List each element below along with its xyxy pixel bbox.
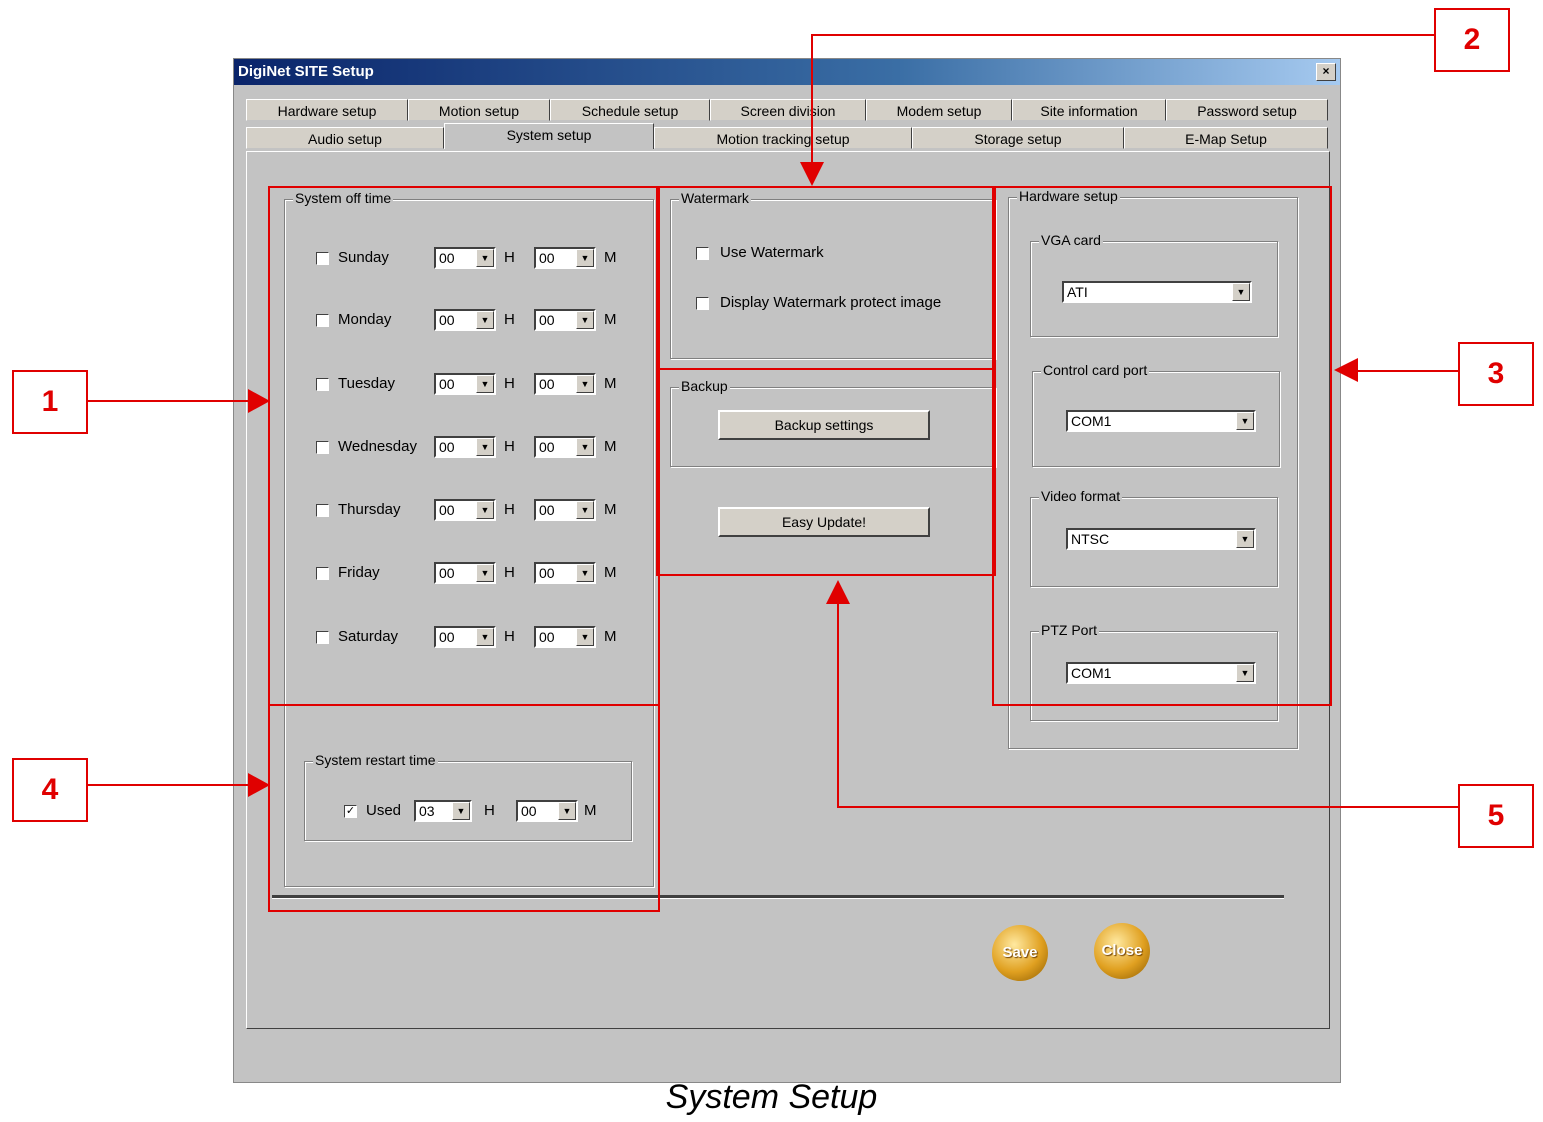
tab-modem-setup[interactable]: Modem setup — [866, 99, 1012, 121]
callout-line — [88, 400, 250, 402]
callout-1: 1 — [12, 370, 88, 434]
callout-line — [838, 806, 1458, 808]
callout-2: 2 — [1434, 8, 1510, 72]
callout-box-5 — [656, 368, 996, 576]
callout-box-3 — [992, 186, 1332, 706]
callout-3: 3 — [1458, 342, 1534, 406]
callout-line — [837, 604, 839, 808]
tab-audio-setup[interactable]: Audio setup — [246, 127, 444, 149]
callout-line — [1356, 370, 1458, 372]
arrow-up-icon — [826, 580, 850, 604]
tab-emap-setup[interactable]: E-Map Setup — [1124, 127, 1328, 149]
callout-5: 5 — [1458, 784, 1534, 848]
tab-password-setup[interactable]: Password setup — [1166, 99, 1328, 121]
tab-motion-tracking-setup[interactable]: Motion tracking setup — [654, 127, 912, 149]
callout-box-2 — [656, 186, 996, 370]
callout-line — [811, 34, 813, 164]
callout-line — [812, 34, 1434, 36]
close-button[interactable]: Close — [1094, 923, 1150, 979]
callout-line — [88, 784, 250, 786]
tab-storage-setup[interactable]: Storage setup — [912, 127, 1124, 149]
tab-screen-division[interactable]: Screen division — [710, 99, 866, 121]
arrow-right-icon — [248, 389, 270, 413]
arrow-left-icon — [1334, 358, 1358, 382]
tab-motion-setup[interactable]: Motion setup — [408, 99, 550, 121]
tab-hardware-setup[interactable]: Hardware setup — [246, 99, 408, 121]
arrow-down-icon — [800, 162, 824, 186]
callout-box-4 — [268, 704, 660, 912]
callout-box-1 — [268, 186, 660, 706]
tab-schedule-setup[interactable]: Schedule setup — [550, 99, 710, 121]
callout-4: 4 — [12, 758, 88, 822]
arrow-right-icon — [248, 773, 270, 797]
figure-caption: System Setup — [665, 1078, 878, 1116]
tab-site-information[interactable]: Site information — [1012, 99, 1166, 121]
tab-system-setup[interactable]: System setup — [444, 123, 654, 149]
close-icon[interactable]: × — [1316, 63, 1336, 81]
window-title: DigiNet SITE Setup — [234, 59, 1340, 85]
save-button[interactable]: Save — [992, 925, 1048, 981]
